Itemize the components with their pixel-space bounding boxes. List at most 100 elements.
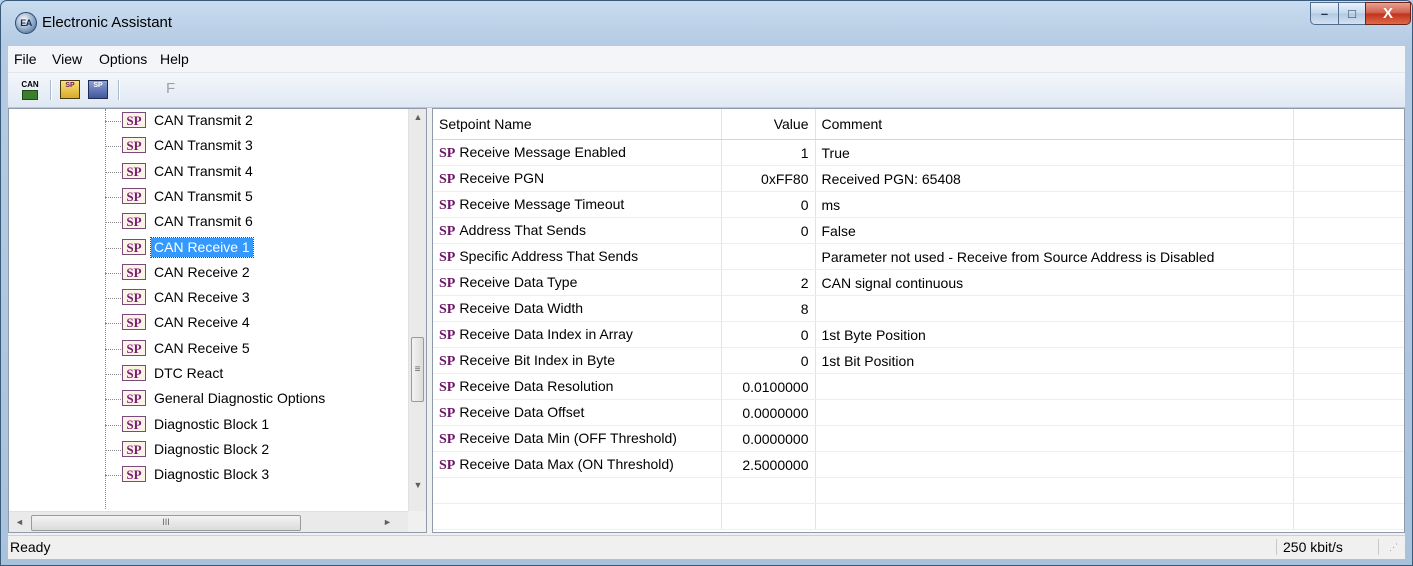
setpoint-name-cell[interactable]: SP Receive Data Width [433,295,722,322]
setpoint-tag-icon: SP [439,301,456,317]
setpoint-value-cell[interactable]: 2.5000000 [721,451,816,478]
setpoint-value-cell[interactable]: 0 [721,347,816,374]
setpoint-comment-cell [815,295,1294,322]
setpoint-value-cell[interactable]: 0.0100000 [721,373,816,400]
header-value[interactable]: Value [721,109,816,140]
setpoint-name-cell[interactable]: SP Receive Data Max (ON Threshold) [433,451,722,478]
table-row[interactable]: SP Receive Data Max (ON Threshold) 2.50000… [433,451,1404,478]
menu-help[interactable]: Help [160,51,189,67]
empty-cell [1293,451,1404,478]
empty-cell [1293,295,1404,322]
save-setpoint-file-icon[interactable]: SP [88,80,108,99]
setpoint-value-cell[interactable]: 2 [721,269,816,296]
empty-cell [1293,321,1404,348]
tree-connector [105,449,121,451]
setpoint-value-cell[interactable]: 0xFF80 [721,165,816,192]
setpoint-value-cell[interactable]: 0 [721,321,816,348]
setpoint-name: Receive Message Enabled [459,143,626,160]
setpoint-value-cell[interactable]: 8 [721,295,816,322]
setpoint-badge-icon: SP [122,213,146,230]
tree-item-label: CAN Receive 5 [154,339,250,356]
setpoint-rows: SP Receive Message Enabled 1 True SP Receive … [433,139,1404,530]
header-comment[interactable]: Comment [815,109,1294,140]
status-text: Ready [10,539,51,555]
tree-item-label: Diagnostic Block 3 [154,466,270,483]
open-setpoint-file-icon[interactable]: SP [60,80,80,99]
empty-cell [1293,269,1404,296]
close-button[interactable]: X [1365,2,1411,25]
table-row[interactable]: SP Receive Data Resolution 0.0100000 [433,373,1404,400]
setpoint-name-cell[interactable]: SP Receive Data Offset [433,399,722,426]
setpoint-badge-icon: SP [122,440,146,457]
minimize-button[interactable]: – [1310,2,1339,25]
setpoint-value-cell[interactable]: 0 [721,217,816,244]
setpoint-name-cell[interactable]: SP Address That Sends [433,217,722,244]
table-row[interactable]: SP Receive Message Enabled 1 True [433,139,1404,166]
tree-connector [105,323,121,325]
table-row[interactable]: SP Receive Data Type 2 CAN signal continuou… [433,269,1404,296]
setpoint-name-cell[interactable]: SP Receive Message Timeout [433,191,722,218]
setpoint-name-cell[interactable]: SP Receive PGN [433,165,722,192]
setpoint-name-cell[interactable]: SP Specific Address That Sends [433,243,722,270]
table-row[interactable]: SP Specific Address That Sends Parameter n… [433,243,1404,270]
header-setpoint-name[interactable]: Setpoint Name [433,109,722,140]
empty-cell [433,477,722,504]
table-row[interactable]: SP Receive Data Offset 0.0000000 [433,399,1404,426]
tree-horizontal-scrollbar[interactable]: ◄ III ► [9,511,408,532]
resize-grip-icon[interactable]: ⋰ [1389,542,1401,554]
setpoint-name-cell[interactable]: SP Receive Bit Index in Byte [433,347,722,374]
setpoint-value-cell[interactable]: 0 [721,191,816,218]
setpoint-comment-cell [815,425,1294,452]
setpoint-tree[interactable]: SP CAN Transmit 2 SP CAN Transmit 3 SP CAN Tr… [8,108,427,533]
setpoint-tag-icon: SP [439,379,456,395]
setpoint-name-cell[interactable]: SP Receive Data Type [433,269,722,296]
setpoint-name-cell[interactable]: SP Receive Data Resolution [433,373,722,400]
table-row[interactable]: SP Address That Sends 0 False [433,217,1404,244]
setpoint-value-cell[interactable]: 0.0000000 [721,399,816,426]
horizontal-scroll-thumb[interactable]: III [31,515,301,531]
title-bar[interactable]: EA Electronic Assistant – □ X [1,1,1412,45]
tree-vertical-scrollbar[interactable]: ▲ ≡ ▼ [408,109,426,511]
tree-item-label: CAN Transmit 2 [154,112,253,128]
scroll-right-icon[interactable]: ► [379,512,396,532]
empty-cell [1293,243,1404,270]
setpoint-value-cell[interactable] [721,243,816,270]
maximize-button[interactable]: □ [1338,2,1366,25]
empty-cell [1293,503,1404,530]
setpoint-value-cell[interactable]: 1 [721,139,816,166]
table-row[interactable]: SP Receive Data Width 8 [433,295,1404,322]
menu-file[interactable]: File [14,51,37,67]
tree-connector [105,146,121,148]
setpoint-name-cell[interactable]: SP Receive Data Min (OFF Threshold) [433,425,722,452]
setpoint-badge-icon: SP [122,466,146,483]
can-connect-icon[interactable]: CAN [20,80,40,100]
table-row[interactable]: SP Receive PGN 0xFF80 Received PGN: 65408 [433,165,1404,192]
table-row[interactable]: SP Receive Bit Index in Byte 0 1st Bit Posi… [433,347,1404,374]
setpoint-name-cell[interactable]: SP Receive Message Enabled [433,139,722,166]
setpoint-name: Receive Data Min (OFF Threshold) [459,429,677,446]
table-row[interactable]: SP Receive Data Index in Array 0 1st Byte P… [433,321,1404,348]
tree-connector [105,348,121,350]
setpoint-comment-cell: 1st Byte Position [815,321,1294,348]
setpoint-name: Address That Sends [459,221,586,238]
table-row[interactable]: SP Receive Data Min (OFF Threshold) 0.0000… [433,425,1404,452]
app-logo-icon[interactable]: EA [15,12,37,34]
setpoint-badge-icon: SP [122,314,146,331]
setpoint-name: Receive Data Width [459,299,584,316]
menu-options[interactable]: Options [99,51,147,67]
flash-icon[interactable]: F [166,80,175,97]
menu-view[interactable]: View [52,51,82,67]
setpoint-value-cell[interactable]: 0.0000000 [721,425,816,452]
setpoint-name-cell[interactable]: SP Receive Data Index in Array [433,321,722,348]
table-row[interactable]: SP Receive Message Timeout 0 ms [433,191,1404,218]
setpoint-badge-icon: SP [122,415,146,432]
setpoint-badge-icon: SP [122,263,146,280]
setpoint-comment-cell: 1st Bit Position [815,347,1294,374]
tree-item-label: Diagnostic Block 2 [154,440,270,457]
setpoint-tag-icon: SP [439,223,456,239]
scroll-left-icon[interactable]: ◄ [11,512,28,532]
scroll-up-icon[interactable]: ▲ [409,109,426,126]
vertical-scroll-thumb[interactable]: ≡ [411,337,424,402]
scroll-down-icon[interactable]: ▼ [409,477,426,494]
setpoint-name: Receive PGN [459,169,545,186]
